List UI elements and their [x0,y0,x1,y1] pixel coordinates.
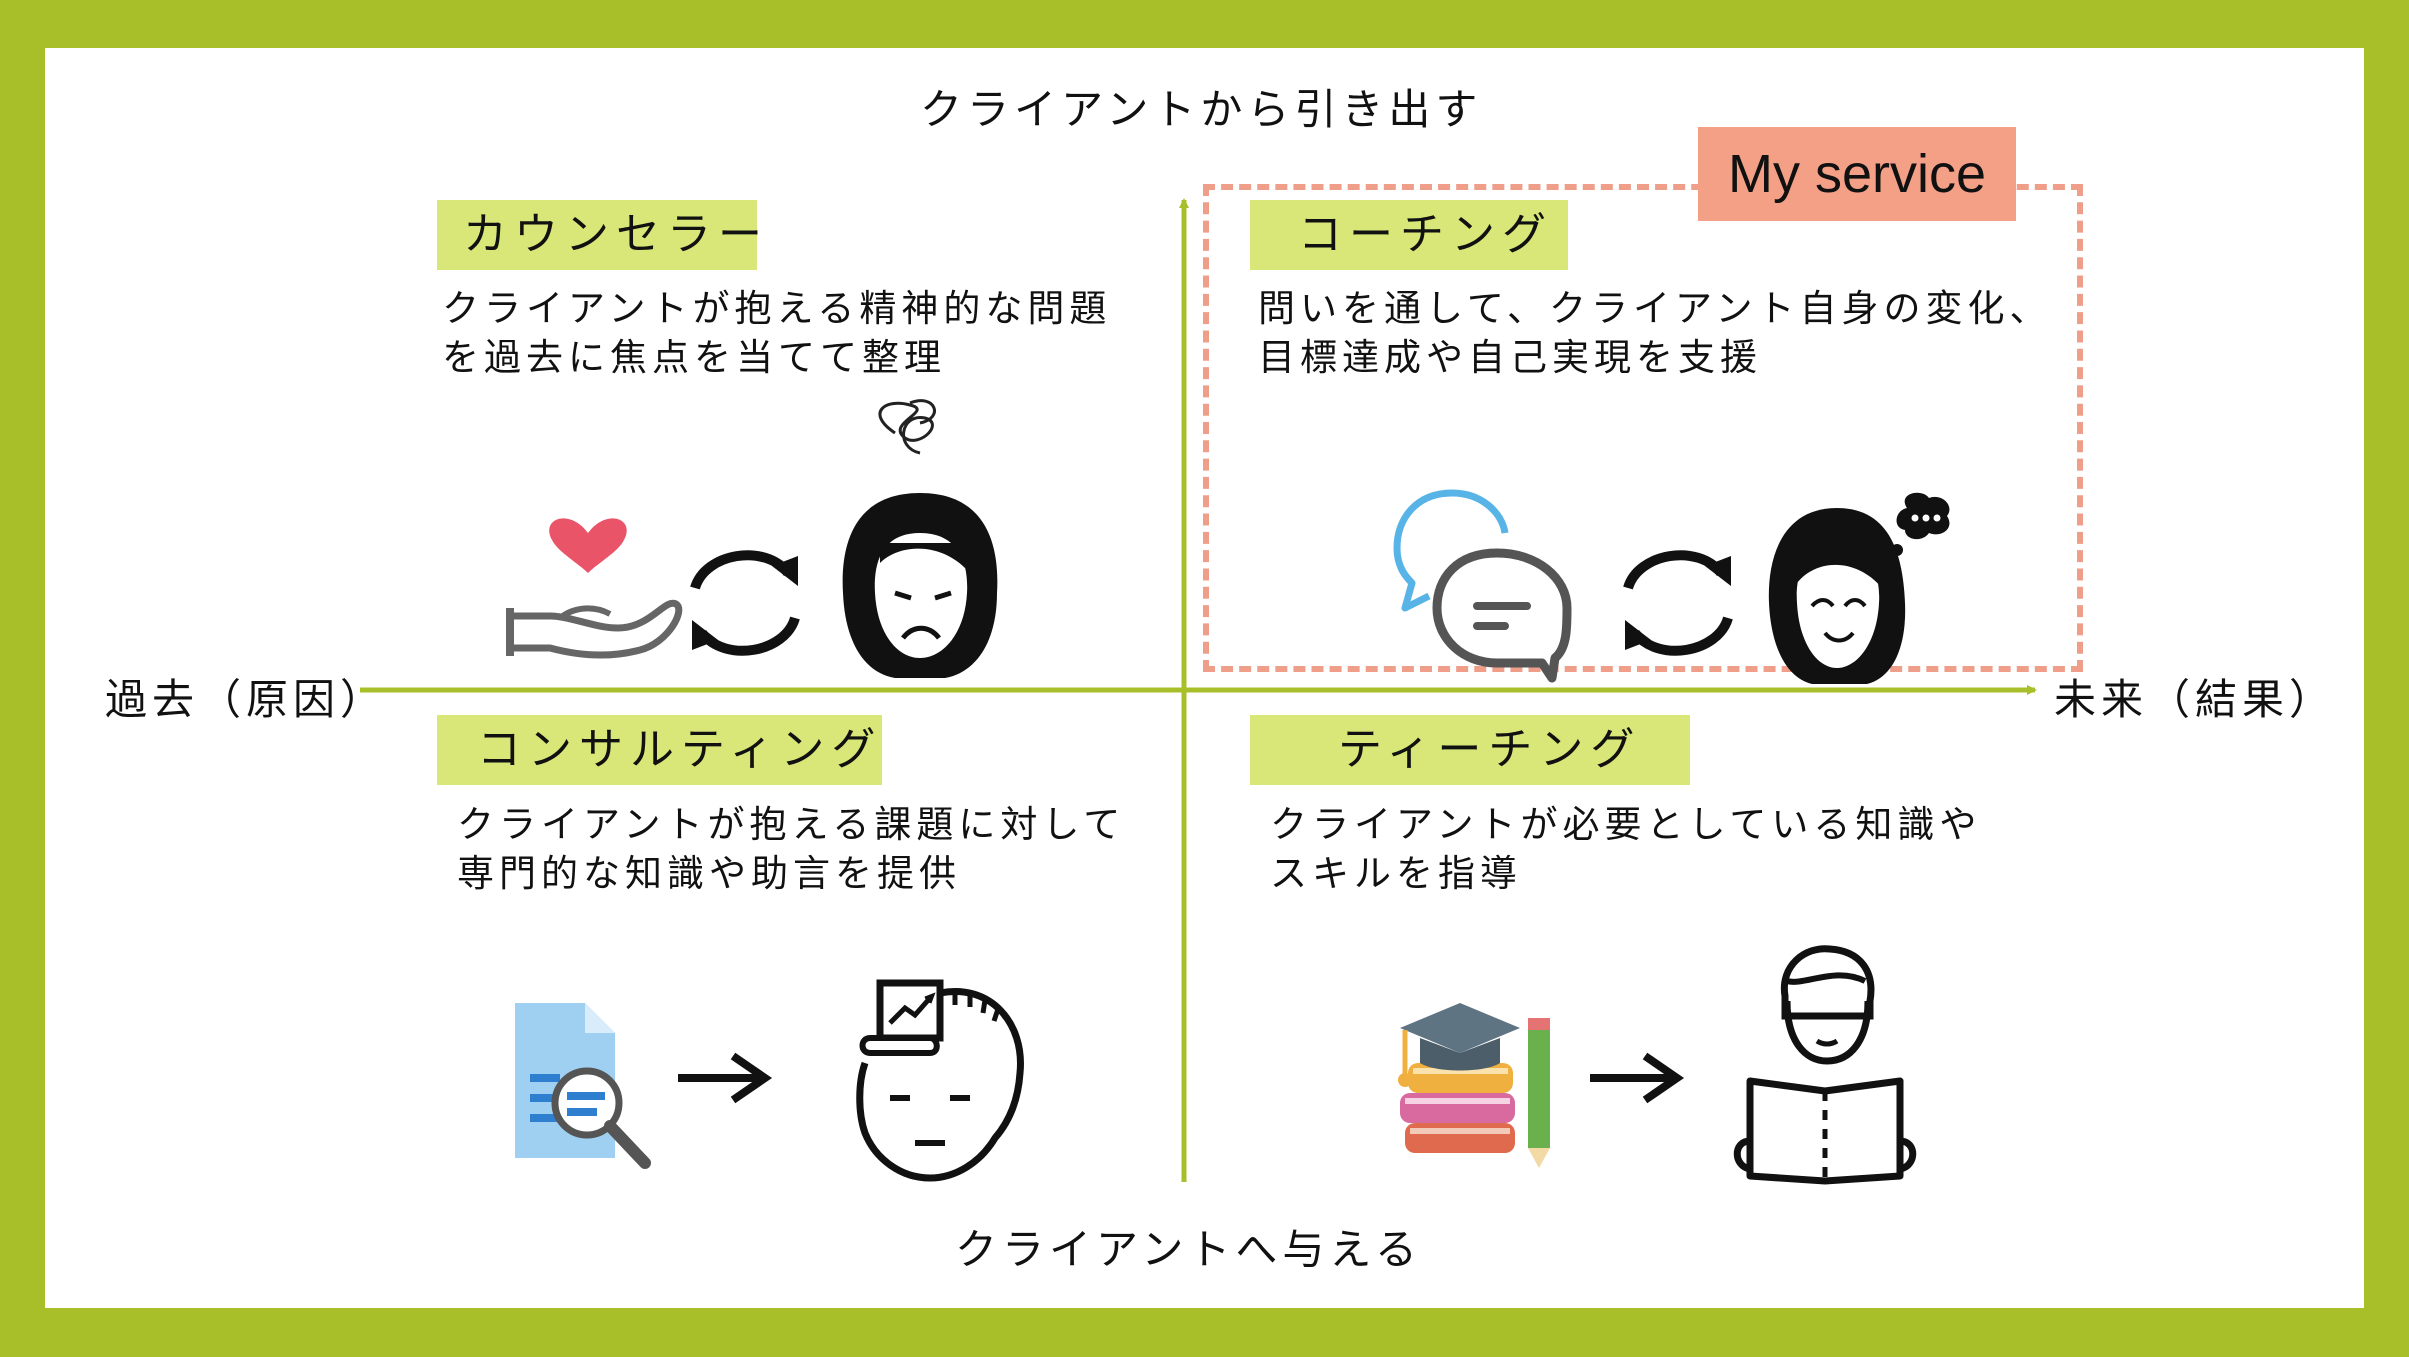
desc-counselor: クライアントが抱える精神的な問題 を過去に焦点を当てて整理 [442,284,1111,382]
my-service-label: My service [1698,127,2016,221]
chat-bubbles-icon [1393,489,1572,683]
cycle-arrows-icon [690,550,800,656]
cycle-arrows-icon [1623,550,1733,656]
tag-consulting: コンサルティング [437,715,882,785]
desc-counselor-line1: クライアントが抱える精神的な問題 [442,287,1112,330]
axis-right-label: 未来（結果） [2054,675,2337,724]
desc-consulting-line1: クライアントが抱える課題に対して [457,803,1126,846]
desc-consulting: クライアントが抱える課題に対して 専門的な知識や助言を提供 [457,800,1125,898]
axis-top-label: クライアントから引き出す [920,85,1483,134]
analytical-head-icon [856,979,1024,1182]
right-arrow-icon [678,1052,773,1104]
desc-teaching-line2: スキルを指導 [1270,852,1522,895]
desc-teaching-line1: クライアントが必要としている知識や [1270,803,1982,846]
slide: クライアントから引き出す クライアントへ与える 過去（原因） 未来（結果） My… [45,48,2364,1308]
axis-bottom-label: クライアントへ与える [955,1225,1423,1274]
tag-counselor: カウンセラー [437,200,762,270]
tag-teaching: ティーチング [1250,715,1690,785]
books-graduation-cap-icon [1398,1003,1550,1168]
tag-coaching: コーチング [1250,200,1568,270]
desc-consulting-line2: 専門的な知識や助言を提供 [457,852,961,895]
desc-coaching-line1: 問いを通して、クライアント自身の変化、 [1258,287,2052,330]
right-arrow-icon [1590,1052,1685,1104]
worried-woman-icon [842,399,998,678]
desc-coaching: 問いを通して、クライアント自身の変化、 目標達成や自己実現を支援 [1258,284,2052,382]
axis-left-label: 過去（原因） [105,675,388,724]
caring-hand-heart-icon [506,518,683,659]
desc-coaching-line2: 目標達成や自己実現を支援 [1258,336,1762,379]
thinking-happy-woman-icon [1768,492,1950,684]
desc-counselor-line2: を過去に焦点を当てて整理 [442,336,946,379]
desc-teaching: クライアントが必要としている知識や スキルを指導 [1270,800,1981,898]
document-search-icon [515,1003,651,1169]
reading-man-icon [1733,945,1917,1185]
